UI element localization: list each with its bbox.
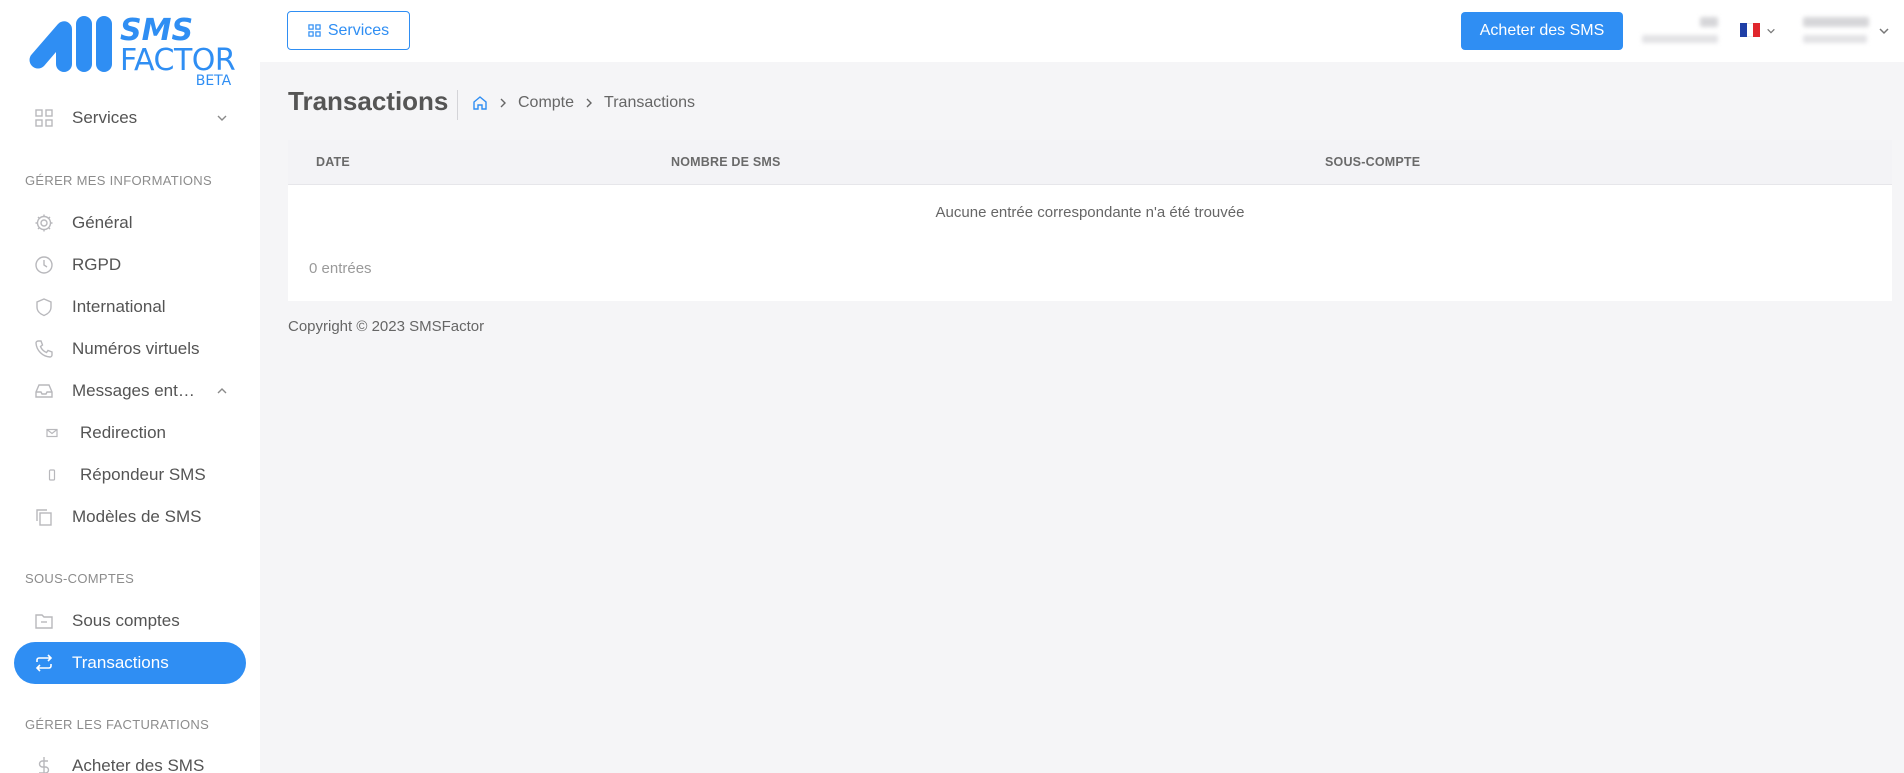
sidebar-item-label: Services [72,108,138,127]
sidebar-item-sous-comptes[interactable]: Sous comptes [14,600,246,642]
sidebar-item-transactions[interactable]: Transactions [14,642,246,684]
sidebar-item-label: Numéros virtuels [72,339,200,358]
logo-line-1: SMS [120,13,194,48]
mobile-icon [41,464,63,486]
sidebar-item-numeros-virtuels[interactable]: Numéros virtuels [14,328,246,370]
sidebar: SMS FACTOR BETA Services GÉRER MES INFOR… [0,0,260,773]
sidebar-item-label: International [72,297,166,316]
dollar-icon [33,755,55,773]
sidebar-item-label: Modèles de SMS [72,507,202,526]
chevron-down-icon[interactable] [1878,24,1890,42]
sidebar-item-label: Répondeur SMS [80,465,206,484]
chevron-down-icon[interactable] [1766,23,1776,41]
breadcrumb-item-transactions[interactable]: Transactions [604,94,695,112]
table-empty-message: Aucune entrée correspondante n'a été tro… [288,185,1892,240]
section-title-facturations: GÉRER LES FACTURATIONS [25,717,210,732]
inbox-icon [33,380,55,402]
phone-icon [33,338,55,360]
shield-icon [33,296,55,318]
sidebar-item-international[interactable]: International [14,286,246,328]
clock-icon [33,254,55,276]
grid-icon [308,24,321,37]
copy-icon [33,506,55,528]
chevron-down-icon [216,112,228,124]
sidebar-item-modeles-sms[interactable]: Modèles de SMS [14,496,246,538]
section-title-sous-comptes: SOUS-COMPTES [25,571,135,586]
smsfactor-logo[interactable]: SMS FACTOR BETA [28,12,238,92]
breadcrumb: Compte Transactions [472,94,695,112]
table-entries-info: 0 entrées [309,260,372,277]
chevron-right-icon [584,98,594,108]
column-header-nombre-sms[interactable]: NOMBRE DE SMS [671,155,781,169]
sidebar-item-redirection[interactable]: Redirection [14,412,246,454]
sidebar-item-label: Transactions [72,653,169,672]
footer-copyright: Copyright © 2023 SMSFactor [288,318,485,335]
language-flag-icon[interactable] [1740,23,1761,37]
top-bar: Services Acheter des SMS [260,0,1904,62]
chevron-up-icon [216,385,228,397]
transactions-table-card: DATE NOMBRE DE SMS SOUS-COMPTE Aucune en… [288,140,1892,301]
logo-mark-icon [29,16,112,72]
repeat-icon [33,652,55,674]
sidebar-item-label: Redirection [80,423,166,442]
folder-icon [33,610,55,632]
chevron-right-icon [498,98,508,108]
logo-wordmark: SMS FACTOR BETA [120,13,236,89]
sidebar-item-general[interactable]: Général [14,202,246,244]
sidebar-item-label: Sous comptes [72,611,180,630]
sidebar-item-repondeur-sms[interactable]: Répondeur SMS [14,454,246,496]
services-button[interactable]: Services [287,11,410,50]
sidebar-item-services[interactable]: Services [14,97,246,139]
page-title: Transactions [288,86,449,116]
column-header-date[interactable]: DATE [316,155,350,169]
services-button-label: Services [327,21,390,39]
breadcrumb-item-compte[interactable]: Compte [518,94,574,112]
section-title-informations: GÉRER MES INFORMATIONS [25,173,212,188]
gear-icon [33,212,55,234]
sidebar-item-label: Général [72,213,133,232]
mail-icon [41,422,63,444]
buy-sms-button[interactable]: Acheter des SMS [1461,12,1623,50]
logo-line-2: FACTOR [120,43,236,78]
sidebar-item-acheter-sms[interactable]: Acheter des SMS [14,745,246,773]
sidebar-item-label: Messages entrants [72,381,200,400]
sidebar-item-label: RGPD [72,255,122,274]
sidebar-item-messages-entrants[interactable]: Messages entrants [14,370,246,412]
sidebar-item-label: Acheter des SMS [72,756,205,773]
title-divider [457,90,458,120]
grid-icon [33,107,55,129]
table-header: DATE NOMBRE DE SMS SOUS-COMPTE [288,140,1892,185]
home-icon[interactable] [472,95,488,111]
sidebar-item-rgpd[interactable]: RGPD [14,244,246,286]
column-header-sous-compte[interactable]: SOUS-COMPTE [1325,155,1420,169]
